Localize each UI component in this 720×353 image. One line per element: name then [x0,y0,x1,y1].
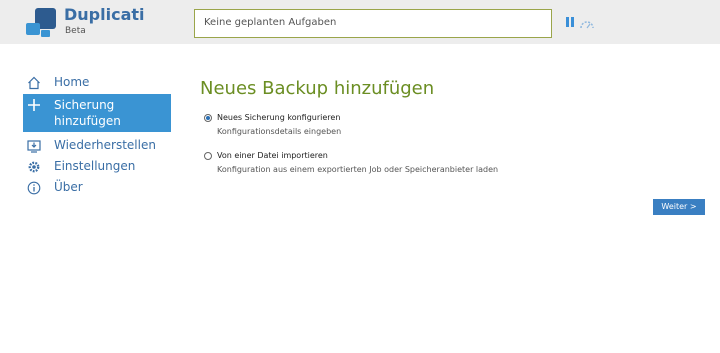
pause-icon[interactable] [566,17,574,27]
top-bar: Duplicati Beta Keine geplanten Aufgaben [0,0,720,44]
sidebar-item-home[interactable]: Home [23,72,171,93]
radio-configure-new[interactable] [204,114,212,122]
sidebar-item-label: Home [54,75,90,89]
sidebar-item-label: Einstellungen [54,159,136,173]
option-description: Konfiguration aus einem exportierten Job… [217,165,499,174]
brand-name: Duplicati [64,5,145,24]
option-description: Konfigurationsdetails eingeben [217,127,342,136]
page-title: Neues Backup hinzufügen [200,78,435,99]
plus-icon [27,98,41,112]
home-icon [27,76,41,90]
sidebar-item-restore[interactable]: Wiederherstellen [23,135,171,156]
sidebar-item-add-backup[interactable]: Sicherung hinzufügen [23,94,171,132]
duplicati-logo [24,6,58,40]
sidebar-item-label: Über [54,180,83,194]
sidebar-nav: Home Sicherung hinzufügen Wiederherstell… [23,72,171,198]
info-icon [27,181,41,195]
option-title: Neues Sicherung konfigurieren [217,113,341,122]
sidebar-item-label: Sicherung hinzufügen [54,98,121,128]
gear-icon [27,160,41,174]
speedometer-icon[interactable] [579,15,595,29]
sidebar-item-label: Wiederherstellen [54,138,156,152]
status-text: Keine geplanten Aufgaben [204,17,337,28]
restore-icon [27,139,41,153]
next-button[interactable]: Weiter > [653,199,705,215]
option-title: Von einer Datei importieren [217,151,328,160]
brand-beta-label: Beta [65,26,86,36]
status-bar[interactable]: Keine geplanten Aufgaben [194,9,552,38]
sidebar-item-settings[interactable]: Einstellungen [23,156,171,177]
radio-import-file[interactable] [204,152,212,160]
sidebar-item-about[interactable]: Über [23,177,171,198]
